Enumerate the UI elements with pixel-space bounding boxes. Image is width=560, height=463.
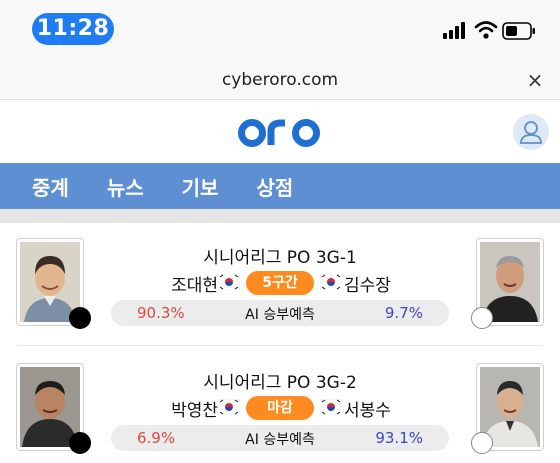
players-row: 박영찬 마감 서봉수 — [100, 395, 460, 421]
site-header — [0, 101, 560, 163]
white-player-photo-frame — [471, 363, 544, 454]
url-text[interactable]: cyberoro.com — [0, 70, 560, 90]
white-stone-icon — [471, 432, 493, 454]
match-card[interactable]: 시니어리그 PO 3G-1 조대현 5구간 김수장 90.3% AI 승부예측 … — [0, 223, 560, 337]
wifi-icon — [474, 21, 498, 39]
browser-url-bar: cyberoro.com × — [0, 60, 560, 100]
main-nav: 중계 뉴스 기보 상점 — [0, 163, 560, 209]
black-stone-icon — [69, 307, 91, 329]
ai-prediction-bar: 6.9% AI 승부예측 93.1% — [111, 425, 449, 451]
black-player-photo-frame — [16, 363, 91, 454]
match-card[interactable]: 시니어리그 PO 3G-2 박영찬 마감 서봉수 6.9% AI 승부예측 93… — [0, 348, 560, 462]
black-player-name: 박영찬 — [171, 401, 218, 421]
white-win-percent: 93.1% — [375, 429, 423, 447]
section-gap — [0, 209, 560, 223]
ai-prediction-bar: 90.3% AI 승부예측 9.7% — [111, 300, 449, 326]
korea-flag-icon — [218, 274, 240, 290]
match-divider — [18, 345, 542, 346]
players-row: 조대현 5구간 김수장 — [100, 270, 460, 296]
nav-item-news[interactable]: 뉴스 — [107, 172, 144, 201]
nav-item-relay[interactable]: 중계 — [32, 172, 69, 201]
profile-button[interactable] — [513, 114, 549, 150]
oro-logo[interactable] — [238, 111, 324, 155]
white-player-name: 서봉수 — [344, 401, 391, 421]
korea-flag-icon — [218, 399, 240, 415]
nav-item-records[interactable]: 기보 — [182, 172, 219, 201]
match-title: 시니어리그 PO 3G-1 — [203, 248, 357, 268]
status-time[interactable]: 11:28 — [32, 13, 114, 45]
cellular-signal-icon — [443, 22, 465, 39]
battery-icon — [502, 22, 535, 40]
korea-flag-icon — [320, 274, 342, 290]
white-win-percent: 9.7% — [384, 304, 423, 322]
close-icon[interactable]: × — [524, 69, 546, 91]
black-stone-icon — [69, 432, 91, 454]
black-player-photo-frame — [16, 238, 91, 329]
nav-item-store[interactable]: 상점 — [256, 172, 293, 201]
match-title: 시니어리그 PO 3G-2 — [203, 373, 357, 393]
white-stone-icon — [471, 307, 493, 329]
black-player-name: 조대현 — [171, 276, 218, 296]
white-player-photo-frame — [471, 238, 544, 329]
white-player-name: 김수장 — [344, 276, 391, 296]
match-status-badge[interactable]: 마감 — [246, 396, 314, 420]
match-status-badge[interactable]: 5구간 — [246, 271, 314, 295]
status-bar: 11:28 — [0, 0, 560, 60]
user-icon — [520, 121, 542, 144]
korea-flag-icon — [320, 399, 342, 415]
